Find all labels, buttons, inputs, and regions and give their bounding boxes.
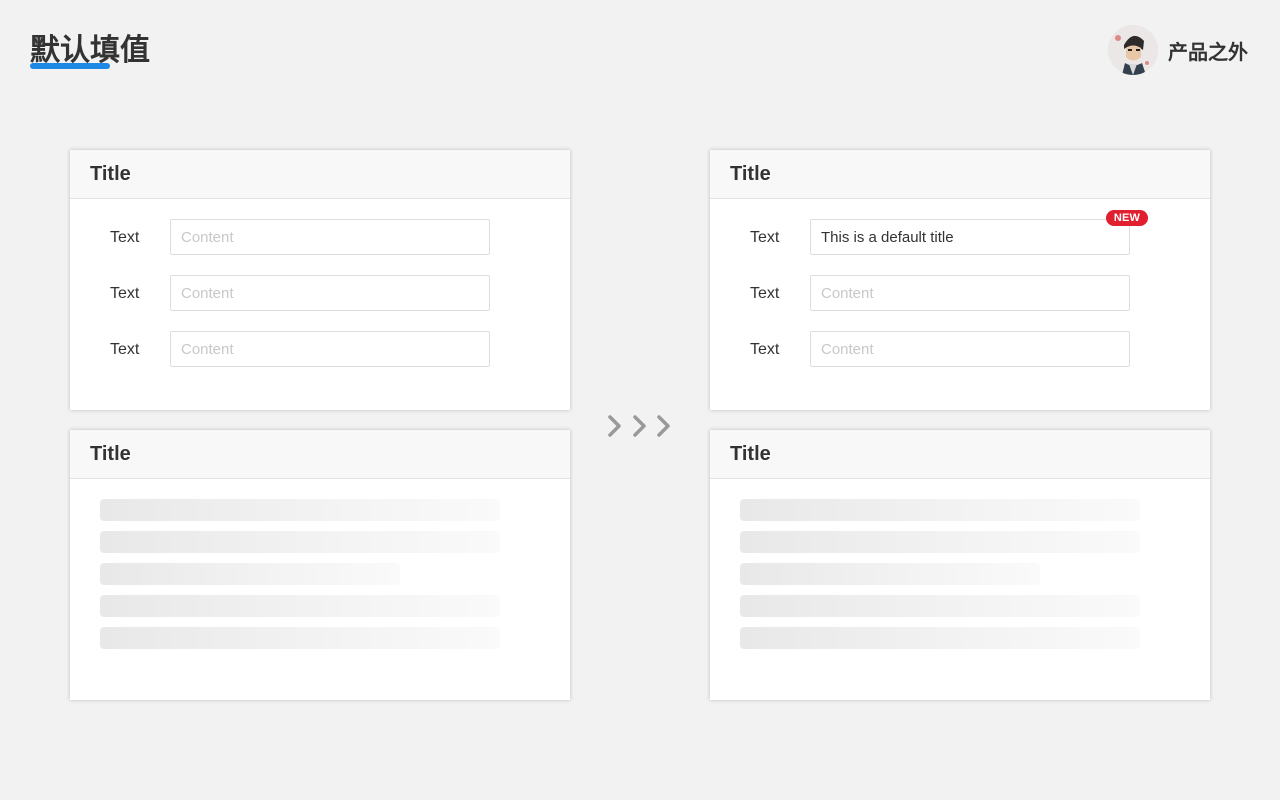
skeleton-line	[100, 531, 500, 553]
skeleton-line	[100, 499, 500, 521]
right-skeleton-card-title: Title	[730, 442, 771, 465]
left-skeleton-card: Title	[70, 430, 570, 700]
skeleton-line	[740, 499, 1140, 521]
brand-name: 产品之外	[1168, 41, 1248, 64]
right-field-3-input[interactable]	[810, 331, 1130, 367]
left-field-2-input[interactable]	[170, 275, 490, 311]
skeleton-line	[100, 627, 500, 649]
left-form-card-header: Title	[70, 150, 570, 199]
right-form-card: Title Text NEW Text Text	[710, 150, 1210, 410]
skeleton-line	[740, 595, 1140, 617]
left-form-card-title: Title	[90, 162, 131, 185]
left-form-row-2: Text	[70, 275, 570, 331]
page-title: 默认填值	[30, 34, 150, 67]
left-skeleton-card-title: Title	[90, 442, 131, 465]
left-field-3-input[interactable]	[170, 331, 490, 367]
skeleton-line	[100, 595, 500, 617]
left-form-row-3: Text	[70, 331, 570, 387]
right-form-row-1: Text NEW	[710, 210, 1210, 275]
left-form-body: Text Text Text	[70, 199, 570, 387]
skeleton-line	[100, 563, 400, 585]
right-field-2-input[interactable]	[810, 275, 1130, 311]
left-skeleton-card-header: Title	[70, 430, 570, 479]
right-form-card-title: Title	[730, 162, 771, 185]
right-field-1-input[interactable]	[810, 219, 1130, 255]
avatar-icon	[1108, 25, 1158, 75]
left-form-row-1: Text	[70, 219, 570, 275]
skeleton-line	[740, 627, 1140, 649]
right-form-row-2: Text	[710, 275, 1210, 331]
right-form-card-header: Title	[710, 150, 1210, 199]
left-form-card: Title Text Text Text	[70, 150, 570, 410]
skeleton-line	[740, 531, 1140, 553]
right-skeleton-card-header: Title	[710, 430, 1210, 479]
brand: 产品之外	[1108, 25, 1248, 75]
new-badge: NEW	[1106, 210, 1148, 226]
right-skeleton-card: Title	[710, 430, 1210, 700]
left-field-1-input[interactable]	[170, 219, 490, 255]
chevron-right-icon	[600, 408, 680, 444]
skeleton-line	[740, 563, 1040, 585]
right-form-row-3: Text	[710, 331, 1210, 387]
right-form-body: Text NEW Text Text	[710, 199, 1210, 387]
